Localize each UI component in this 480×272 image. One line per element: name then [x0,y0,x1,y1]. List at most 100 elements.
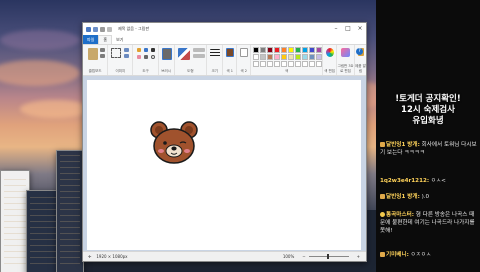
group-paint3d: 그림판 3D로 편집 [337,45,355,75]
color-swatch[interactable] [309,54,316,60]
group-label: 이미지 [115,69,126,73]
line-size-icon[interactable] [210,49,221,58]
color-swatch[interactable] [281,47,288,53]
color-swatch[interactable] [267,61,274,67]
edit-colors-icon[interactable] [326,48,335,57]
chat-message: 달빈잉1 방개: ).0 [380,193,477,201]
color-swatch[interactable] [260,47,267,53]
color2-swatch[interactable] [240,48,249,57]
pencil-icon[interactable] [137,48,142,52]
ribbon-tabs: 파일 홈 보기 [83,35,366,45]
zoom-thumb[interactable] [326,254,329,259]
text-icon[interactable] [151,48,156,52]
cursor-pos-icon: ✛ [88,254,92,259]
group-label: 색 [285,69,289,73]
close-button[interactable]: × [354,23,366,35]
paint3d-icon[interactable] [341,48,351,57]
chat-nick[interactable]: 달빈잉1 방개: [386,142,420,148]
resize-icon[interactable] [124,54,130,58]
color-swatch[interactable] [288,61,295,67]
color-swatch[interactable] [267,54,274,60]
color-swatch[interactable] [281,54,288,60]
group-image: 이미지 [108,45,134,75]
group-label: 도구 [142,69,149,73]
color-picker-icon[interactable] [144,55,149,59]
zoom-in-button[interactable]: + [357,254,360,259]
status-bar: ✛ 1920 × 1080px 100% − + [83,251,366,261]
copy-icon[interactable] [100,54,105,58]
color1-swatch[interactable] [226,48,235,57]
zoom-level: 100% [282,254,295,259]
color-swatch[interactable] [309,61,316,67]
chat-text: ㅇㅅ< [430,178,446,184]
group-label: 도형 [187,69,194,73]
color-swatch[interactable] [316,54,323,60]
group-shapes: 도형 [175,45,208,75]
magnifier-icon[interactable] [151,55,156,59]
color-swatch[interactable] [295,54,302,60]
crown-icon [380,194,385,199]
tab-file[interactable]: 파일 [83,35,99,44]
color-swatch[interactable] [260,61,267,67]
select-icon[interactable] [111,48,122,58]
crop-icon[interactable] [124,48,130,52]
group-tools: 도구 [133,45,159,75]
color-swatch[interactable] [267,47,274,53]
color-swatch[interactable] [302,61,309,67]
tab-home[interactable]: 홈 [98,35,113,44]
color-swatch[interactable] [309,47,316,53]
chat-message: 통곡마스터: 형 다른 방송은 나곡스 때문에 불편한데 여기는 나곡드라 나가… [380,211,477,235]
cloud [0,60,80,86]
color-swatch[interactable] [295,47,302,53]
color-swatch[interactable] [302,47,309,53]
drawing-canvas[interactable] [87,80,361,250]
outline-icon[interactable] [192,48,205,52]
canvas-workspace [83,76,366,252]
color-swatch[interactable] [253,54,260,60]
crown-icon [380,142,385,147]
chat-nick[interactable]: 기미베니: [386,252,409,258]
color-swatch[interactable] [281,61,288,67]
color-swatch[interactable] [253,61,260,67]
color-swatch[interactable] [253,47,260,53]
group-label: 색 2 [240,69,247,73]
color-swatch[interactable] [274,61,281,67]
chat-nick[interactable]: 1q2w3e4r1212: [380,178,429,184]
maximize-button[interactable]: □ [342,23,354,35]
tab-view[interactable]: 보기 [112,35,127,44]
color-swatch[interactable] [274,54,281,60]
color-swatch[interactable] [316,47,323,53]
color-swatch[interactable] [260,54,267,60]
chat-text: ).0 [421,194,430,200]
canvas-size: 1920 × 1080px [96,254,128,259]
fill-icon[interactable] [144,48,149,52]
color-swatch[interactable] [288,54,295,60]
chat-nick[interactable]: 달빈잉1 방개: [386,194,420,200]
minimize-button[interactable]: – [330,23,342,35]
shape-fill-icon[interactable] [192,54,205,58]
help-icon[interactable]: ? [356,48,363,55]
redo-icon[interactable] [107,26,112,32]
chat-text: ㅇㅈㅇㅅ [410,252,432,258]
color-swatch[interactable] [302,54,309,60]
crown-icon [380,252,385,257]
color-swatch[interactable] [316,61,323,67]
zoom-out-button[interactable]: − [302,254,305,259]
color-swatch[interactable] [295,61,302,67]
eraser-icon[interactable] [137,55,142,59]
zoom-slider[interactable] [308,254,349,259]
bear-nose [171,146,177,151]
color-swatch[interactable] [288,47,295,53]
group-clipboard: 클립보드 [83,45,109,75]
paste-icon[interactable] [88,48,98,60]
undo-icon[interactable] [100,26,105,32]
brush-icon[interactable] [161,48,172,60]
quick-access-toolbar [86,26,112,32]
cut-icon[interactable] [100,48,105,52]
save-icon[interactable] [93,26,98,32]
ribbon: 클립보드 이미지 도구 브러시 도형 크기 색 1 색 2 색 색 편집 그림판… [83,45,366,76]
group-color1: 색 1 [223,45,238,75]
shapes-gallery-icon[interactable] [177,48,190,60]
color-swatch[interactable] [274,47,281,53]
chat-nick[interactable]: 통곡마스터: [386,212,414,218]
